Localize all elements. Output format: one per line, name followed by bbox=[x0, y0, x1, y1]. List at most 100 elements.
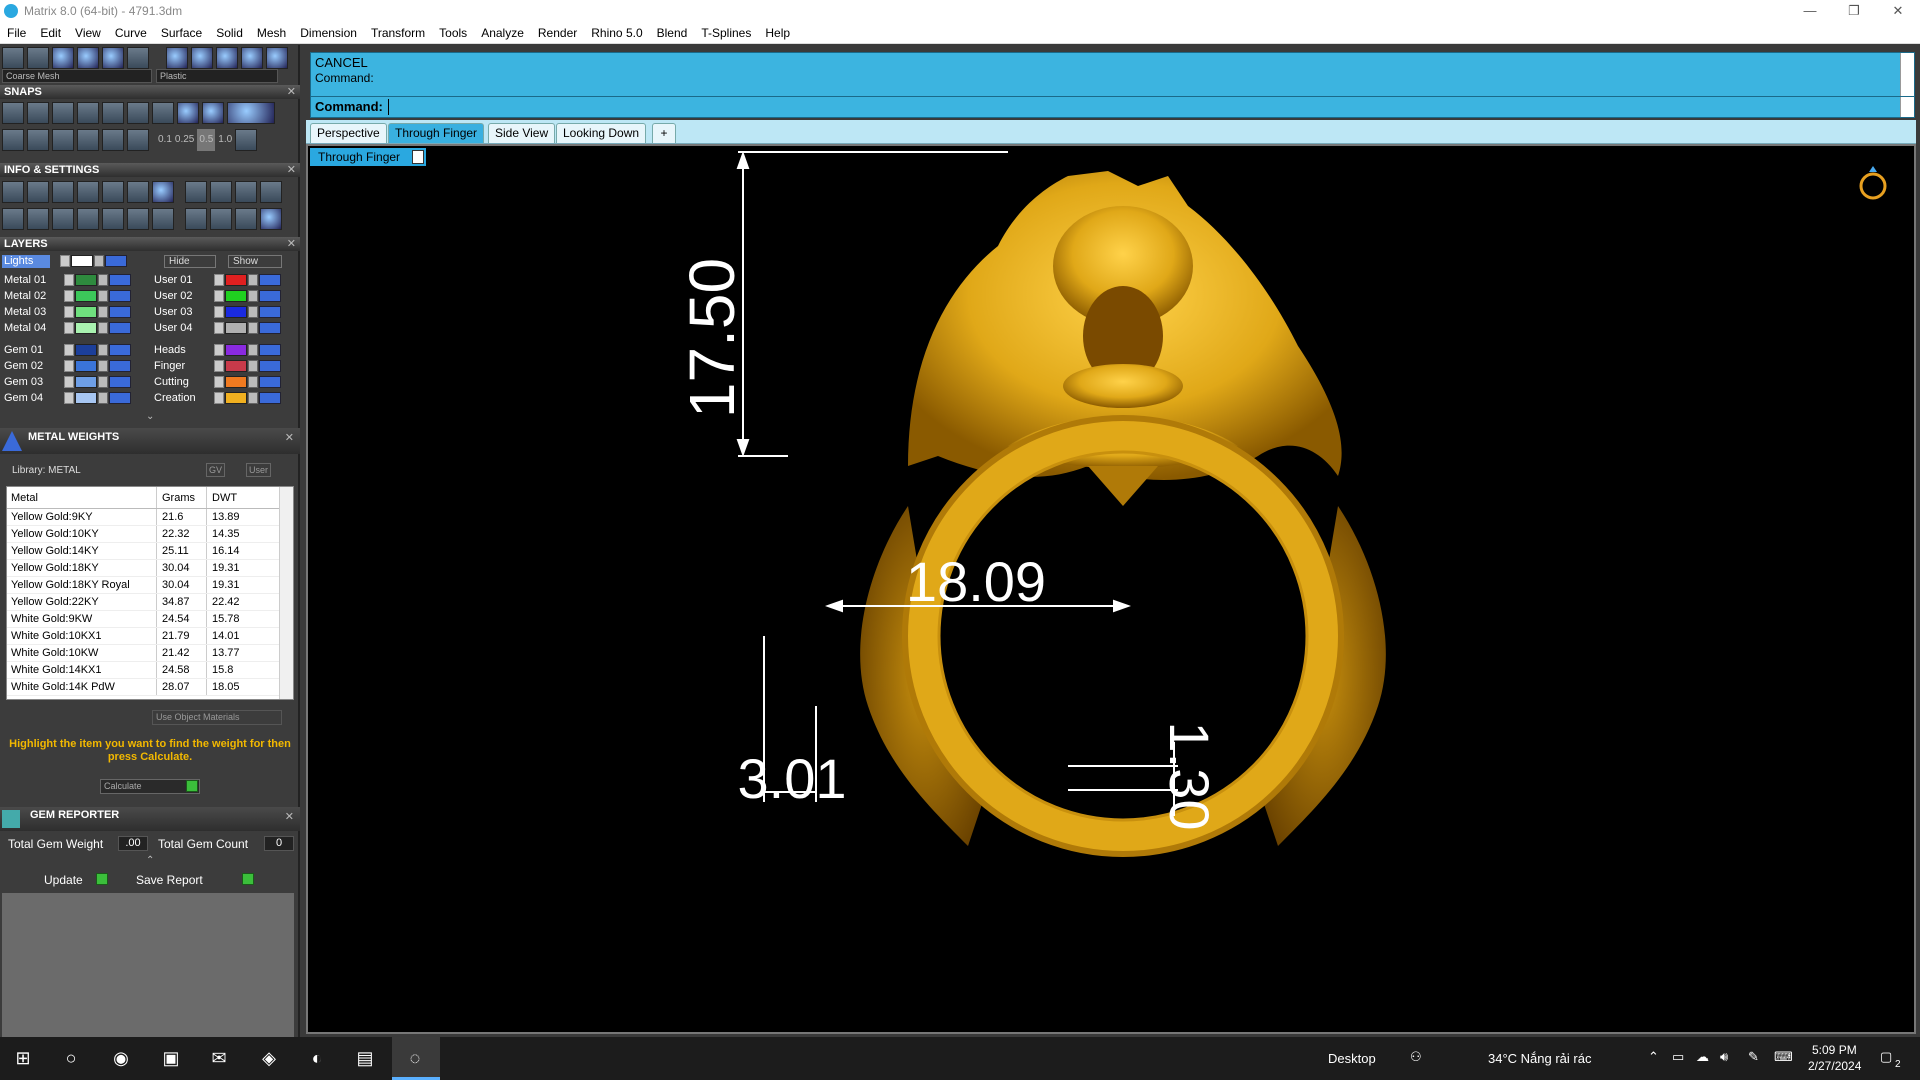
layer-color-swatch[interactable] bbox=[225, 290, 247, 302]
snap-grid-icon[interactable] bbox=[235, 129, 258, 151]
expand-icon[interactable] bbox=[214, 274, 224, 286]
tray-chevron-icon[interactable]: ⌃ bbox=[1648, 1049, 1659, 1065]
sphere-shaded-icon[interactable] bbox=[52, 47, 74, 69]
lock-icon[interactable] bbox=[98, 392, 108, 404]
lock-icon[interactable] bbox=[98, 376, 108, 388]
save-report-go-icon[interactable] bbox=[242, 873, 254, 885]
update-button[interactable]: Update bbox=[44, 873, 83, 887]
expand-icon[interactable] bbox=[64, 376, 74, 388]
layer-row[interactable]: Creation bbox=[150, 391, 281, 405]
lock-icon[interactable] bbox=[248, 322, 258, 334]
keyboard-icon[interactable]: ⌨ bbox=[1774, 1049, 1793, 1065]
snap-ortho-icon[interactable] bbox=[177, 102, 199, 124]
layer-color-swatch[interactable] bbox=[75, 322, 97, 334]
weather-label[interactable]: 34°C Nắng rải rác bbox=[1488, 1051, 1591, 1066]
visibility-toggle[interactable] bbox=[109, 306, 131, 318]
visibility-toggle[interactable] bbox=[259, 376, 281, 388]
table-row[interactable]: Yellow Gold:9KY 21.6 13.89 bbox=[7, 509, 293, 526]
layers-collapse-icon[interactable]: ⌄ bbox=[146, 411, 154, 422]
expand-icon[interactable] bbox=[64, 322, 74, 334]
visibility-toggle[interactable] bbox=[109, 274, 131, 286]
col-grams[interactable]: Grams bbox=[157, 487, 207, 508]
table-row[interactable]: Yellow Gold:18KY 30.04 19.31 bbox=[7, 560, 293, 577]
close-icon[interactable]: ✕ bbox=[287, 237, 296, 251]
tab-through-finger[interactable]: Through Finger bbox=[388, 123, 485, 143]
table-row[interactable]: Yellow Gold:22KY 34.87 22.42 bbox=[7, 594, 293, 611]
close-icon[interactable]: ✕ bbox=[287, 85, 296, 99]
layer-name[interactable]: User 03 bbox=[150, 306, 214, 318]
table-row[interactable]: Yellow Gold:14KY 25.11 16.14 bbox=[7, 543, 293, 560]
lock-icon[interactable] bbox=[248, 392, 258, 404]
grid-snap-icon[interactable] bbox=[2, 129, 24, 151]
lock-icon[interactable] bbox=[98, 344, 108, 356]
expand-icon[interactable] bbox=[214, 392, 224, 404]
lock-icon[interactable] bbox=[98, 290, 108, 302]
layer-color-swatch[interactable] bbox=[75, 376, 97, 388]
user-button[interactable]: User bbox=[246, 463, 272, 477]
snap-value-3[interactable]: 1.0 bbox=[218, 129, 232, 151]
layer-name[interactable]: Metal 01 bbox=[0, 274, 64, 286]
menu-solid[interactable]: Solid bbox=[209, 26, 250, 40]
layer-color-swatch[interactable] bbox=[75, 290, 97, 302]
tool-d-icon[interactable] bbox=[260, 181, 282, 203]
hide-button[interactable]: Hide bbox=[164, 255, 216, 268]
tab-perspective[interactable]: Perspective bbox=[310, 123, 387, 143]
onedrive-icon[interactable]: ☁ bbox=[1696, 1049, 1709, 1065]
layer-row[interactable]: User 01 bbox=[150, 273, 281, 287]
table-scrollbar[interactable] bbox=[279, 487, 293, 699]
layer-row[interactable]: User 03 bbox=[150, 305, 281, 319]
command-history-scrollbar[interactable] bbox=[1900, 53, 1914, 96]
edge-icon[interactable]: ◉ bbox=[106, 1043, 136, 1073]
tool-h-icon[interactable] bbox=[260, 208, 282, 230]
tab-looking-down[interactable]: Looking Down bbox=[556, 123, 647, 143]
layer-name[interactable]: Gem 02 bbox=[0, 360, 64, 372]
app-icon-2[interactable]: ◐ bbox=[302, 1043, 332, 1073]
table-row[interactable]: White Gold:14K PdW 28.07 18.05 bbox=[7, 679, 293, 696]
menu-transform[interactable]: Transform bbox=[364, 26, 432, 40]
menu-file[interactable]: File bbox=[0, 26, 33, 40]
layer-row[interactable]: Heads bbox=[150, 343, 281, 357]
menu-view[interactable]: View bbox=[68, 26, 108, 40]
table-row[interactable]: White Gold:14KX1 24.58 15.8 bbox=[7, 662, 293, 679]
layer-name[interactable]: User 02 bbox=[150, 290, 214, 302]
lock-icon[interactable] bbox=[94, 255, 104, 267]
layer-color-swatch[interactable] bbox=[75, 360, 97, 372]
save-report-button[interactable]: Save Report bbox=[136, 873, 203, 887]
expand-icon[interactable] bbox=[214, 344, 224, 356]
expand-icon[interactable] bbox=[214, 322, 224, 334]
tool-g-icon[interactable] bbox=[235, 208, 257, 230]
layout-icon[interactable] bbox=[2, 208, 24, 230]
lock-icon[interactable] bbox=[248, 306, 258, 318]
gv-button[interactable]: GV bbox=[206, 463, 226, 477]
layer-row[interactable]: User 02 bbox=[150, 289, 281, 303]
col-dwt[interactable]: DWT bbox=[207, 487, 267, 508]
menu-surface[interactable]: Surface bbox=[154, 26, 209, 40]
visibility-toggle[interactable] bbox=[259, 392, 281, 404]
layer-name[interactable]: Metal 03 bbox=[0, 306, 64, 318]
stack-icon[interactable] bbox=[52, 181, 74, 203]
lights-layer[interactable]: Lights bbox=[2, 255, 50, 268]
vertex-snap-icon[interactable] bbox=[102, 129, 124, 151]
snap-value-0[interactable]: 0.1 bbox=[158, 129, 172, 151]
material-4-icon[interactable] bbox=[241, 47, 263, 69]
layer-color-swatch[interactable] bbox=[225, 360, 247, 372]
expand-icon[interactable] bbox=[60, 255, 70, 267]
layer-name[interactable]: Metal 02 bbox=[0, 290, 64, 302]
layer-row[interactable]: Metal 04 bbox=[0, 321, 131, 335]
person-icon[interactable]: ⚇ bbox=[1410, 1049, 1422, 1065]
tool-f-icon[interactable] bbox=[210, 208, 232, 230]
close-icon[interactable]: ✕ bbox=[285, 810, 294, 823]
layer-row[interactable]: Gem 02 bbox=[0, 359, 131, 373]
viewport[interactable]: Through Finger 17.50 18.09 3.01 1.30 bbox=[306, 144, 1916, 1034]
expand-icon[interactable] bbox=[64, 392, 74, 404]
mesh-quality-select[interactable]: Coarse Mesh bbox=[2, 69, 152, 83]
snap-end-icon[interactable] bbox=[2, 102, 24, 124]
pin-snap-icon[interactable] bbox=[127, 129, 149, 151]
snap-toggle-icon[interactable] bbox=[227, 102, 275, 124]
edit-icon[interactable] bbox=[127, 181, 149, 203]
close-window-button[interactable]: ✕ bbox=[1876, 0, 1920, 22]
layer-row[interactable]: Metal 03 bbox=[0, 305, 131, 319]
report-icon[interactable] bbox=[152, 208, 174, 230]
visibility-toggle[interactable] bbox=[109, 376, 131, 388]
menu-tools[interactable]: Tools bbox=[432, 26, 474, 40]
